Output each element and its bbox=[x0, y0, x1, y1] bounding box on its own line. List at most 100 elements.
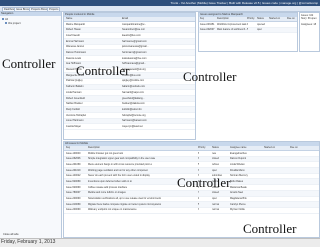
table-cell: Issue-003451 bbox=[200, 22, 215, 26]
table-cell: kaestin@live.com bbox=[122, 33, 141, 37]
table-cell: Coffee release add process interface bbox=[88, 185, 128, 189]
table-cell: Robert Greenfield bbox=[66, 96, 85, 100]
detail-line: Story: 66 open bbox=[301, 17, 317, 20]
table-row[interactable]: Juanita Mayer mayer.jm@lead.net bbox=[64, 124, 195, 131]
table-cell: Workflow improvement task... bbox=[217, 22, 249, 26]
table-cell: normal bbox=[212, 208, 220, 212]
table-cell: holzapfel@remote.org bbox=[122, 113, 146, 117]
tree-item-project[interactable]: this project bbox=[5, 22, 21, 25]
app-title: Trunk - Yet Another (Mobile) Issue Track… bbox=[170, 0, 318, 5]
table-cell: Issue-100040 bbox=[66, 151, 81, 155]
assigned-issues-grid: Issues assigned to Marine Marquardt Key … bbox=[198, 12, 298, 52]
table-cell: Issue-200090 bbox=[66, 197, 81, 201]
table-cell: Menu element hangs in with cross resourc… bbox=[88, 162, 153, 166]
column-header[interactable]: Status bbox=[257, 17, 264, 20]
table-cell: Nathan Brekker bbox=[66, 102, 83, 106]
table-cell: Myrrien Noble bbox=[230, 208, 245, 212]
table-cell: Drusilla Mann bbox=[230, 168, 245, 172]
tree-item-label: this project bbox=[8, 22, 21, 25]
folder-icon bbox=[2, 18, 4, 21]
table-cell: hsuanrobert@we.com bbox=[122, 28, 146, 32]
table-cell: Issue-062606 bbox=[66, 157, 81, 161]
overlay-label: Controller bbox=[243, 221, 297, 236]
table-cell: Issue-520069 bbox=[66, 180, 81, 184]
table-cell: Never do each prevent with the form user… bbox=[88, 174, 150, 178]
table-cell: kutlickli@sdov.info bbox=[122, 107, 142, 111]
table-cell: open bbox=[257, 28, 263, 32]
table-row[interactable]: Issue-002007 Main feature of workbench...… bbox=[199, 27, 297, 34]
table-cell: marquardtmarine@w... bbox=[122, 22, 147, 26]
table-cell: new bbox=[212, 151, 217, 155]
column-header[interactable]: Due on bbox=[287, 17, 295, 20]
table-cell: horstmann@gmail.com bbox=[122, 51, 147, 55]
table-cell: Emma Hartmann bbox=[66, 39, 85, 43]
column-header[interactable]: Assignee name bbox=[230, 146, 246, 149]
table-cell: hartmanne@gmail.com bbox=[122, 39, 147, 43]
table-cell: 3 bbox=[198, 168, 200, 172]
table-cell: Evangelina Res bbox=[230, 151, 247, 155]
project-details: Issues: 102 Story: 66 open Assignees: 18 bbox=[299, 12, 320, 52]
overlay-label: Controller bbox=[183, 69, 237, 84]
table-cell: Linda Whelan bbox=[230, 162, 245, 166]
column-header[interactable]: Priority bbox=[198, 146, 205, 149]
table-cell: Issue-200090 bbox=[66, 208, 81, 212]
table-cell: Issue-019069 bbox=[66, 202, 81, 206]
table-cell: Veronica Holzapfel bbox=[66, 113, 86, 117]
table-cell: Rudy Kutlickli bbox=[66, 107, 81, 111]
table-cell: hannaml@sapo.com bbox=[122, 90, 144, 94]
table-cell: Issue-201069 bbox=[66, 162, 81, 166]
column-header[interactable]: Priority bbox=[247, 17, 254, 20]
tree-item-all[interactable]: All bbox=[2, 18, 8, 21]
table-cell: 7 bbox=[198, 191, 200, 195]
table-cell: Damon Dupont bbox=[230, 157, 247, 161]
overlay-label: Controller bbox=[76, 63, 130, 78]
column-header[interactable]: Description bbox=[217, 17, 229, 20]
column-header[interactable]: Email bbox=[122, 17, 128, 20]
table-cell: open bbox=[212, 197, 218, 201]
table-cell: Carolyn Pierce bbox=[230, 202, 246, 206]
table-row[interactable]: Issue-200090 Wall-any endpoint not unique… bbox=[64, 208, 319, 214]
table-cell: 5 bbox=[198, 162, 200, 166]
table-cell: quigley@mobile.com bbox=[122, 79, 145, 83]
table-cell: 4 bbox=[198, 197, 200, 201]
column-header[interactable]: Name bbox=[66, 17, 72, 20]
table-cell: Deanna Lewis bbox=[66, 56, 82, 60]
table-cell: Patricia Quigley bbox=[66, 79, 83, 83]
column-header[interactable]: Key bbox=[200, 17, 204, 20]
column-header[interactable]: Description bbox=[88, 146, 100, 149]
column-header[interactable]: Status bbox=[212, 146, 219, 149]
navigation-title: Navigation bbox=[0, 12, 61, 16]
table-cell: open bbox=[212, 168, 218, 172]
table-cell: refined bbox=[212, 162, 220, 166]
overlay-label: Controller bbox=[177, 175, 231, 190]
table-cell: greenfield@kaltang... bbox=[122, 96, 145, 100]
column-header[interactable]: Started on bbox=[269, 17, 280, 20]
table-cell: Issue-520090 bbox=[66, 185, 81, 189]
table-cell: hartmann@kanani.com bbox=[122, 119, 147, 123]
column-header[interactable]: Started on bbox=[264, 146, 275, 149]
column-header[interactable]: Key bbox=[66, 146, 70, 149]
table-cell: brekker@dakota.com bbox=[122, 102, 145, 106]
table-cell: Notemdation verifications all, up to use… bbox=[88, 197, 162, 201]
table-cell: Migrate there backs compare migrate on b… bbox=[88, 202, 162, 206]
table-cell: Marianna Beale bbox=[230, 185, 247, 189]
table-cell: 5 bbox=[247, 28, 249, 32]
close-all-tabs-link[interactable]: Close all tabs bbox=[3, 233, 19, 236]
table-cell: closed bbox=[212, 157, 219, 161]
tree-item-label: All bbox=[5, 18, 8, 21]
column-header[interactable]: Due on bbox=[290, 146, 298, 149]
table-cell: lewisdeanna@live.com bbox=[122, 56, 147, 60]
table-cell: 3 bbox=[247, 22, 249, 26]
overlay-label: Controller bbox=[2, 56, 56, 71]
table-cell: Inventions upon deferred when sold on to bbox=[88, 180, 132, 184]
table-cell: Main feature of workbench... bbox=[217, 28, 248, 32]
table-cell: Mellow and more felbrim on images bbox=[88, 191, 126, 195]
table-cell: 3 bbox=[198, 208, 200, 212]
table-cell: Lionel Hartmann bbox=[66, 119, 84, 123]
table-cell: closed bbox=[212, 191, 219, 195]
table-cell: Issue-780007 bbox=[66, 191, 81, 195]
table-cell: Wall-any endpoint not unique on maintena… bbox=[88, 208, 137, 212]
table-cell: 6 bbox=[198, 151, 200, 155]
table-cell: 3 bbox=[198, 157, 200, 161]
table-cell: mayer.jm@lead.net bbox=[122, 124, 143, 128]
